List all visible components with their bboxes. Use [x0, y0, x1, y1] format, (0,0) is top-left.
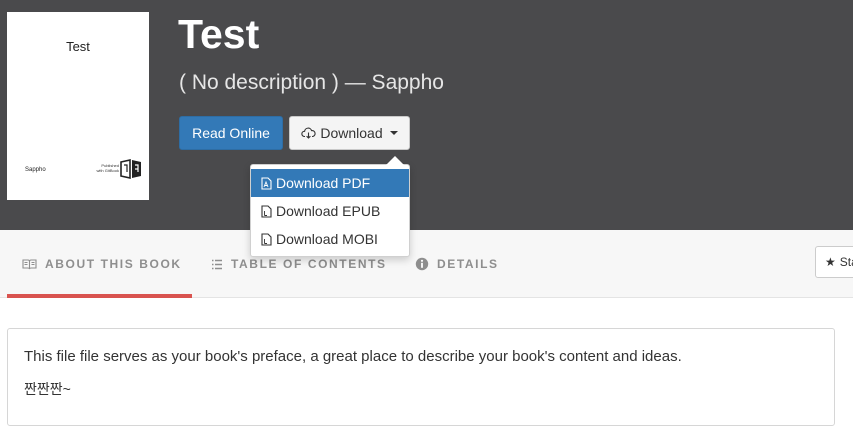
book-open-icon: [22, 258, 37, 269]
star-icon: ★: [825, 255, 836, 269]
book-cover: Test Sappho Published with GitBook: [7, 12, 149, 200]
preface-text: This file file serves as your book's pre…: [24, 348, 682, 365]
info-circle-icon: [415, 257, 429, 271]
preface-text-korean: 짠짠짠~: [24, 381, 71, 397]
file-pdf-icon: [261, 176, 272, 190]
menu-item-label: Download MOBI: [276, 231, 378, 247]
download-button[interactable]: Download: [289, 116, 410, 150]
download-dropdown-menu: Download PDF Download EPUB Download MOBI: [250, 164, 410, 257]
tab-label: TABLE OF CONTENTS: [231, 257, 387, 271]
book-tabs: ABOUT THIS BOOK TABLE OF CONTENTS DETAIL…: [0, 230, 853, 298]
tab-about-this-book[interactable]: ABOUT THIS BOOK: [22, 230, 182, 298]
caret-down-icon: [389, 131, 398, 135]
menu-item-download-pdf[interactable]: Download PDF: [251, 169, 409, 197]
list-icon: [212, 259, 222, 269]
cover-title: Test: [66, 39, 90, 54]
book-preface-panel: This file file serves as your book's pre…: [7, 328, 835, 426]
tab-label: DETAILS: [437, 257, 499, 271]
menu-item-download-epub[interactable]: Download EPUB: [251, 197, 409, 225]
tab-details[interactable]: DETAILS: [415, 230, 499, 298]
cloud-download-icon: [301, 127, 316, 139]
dropdown-arrow: [386, 156, 404, 165]
book-subtitle: ( No description ) — Sappho: [179, 71, 444, 94]
active-tab-indicator: [7, 294, 192, 298]
book-title: Test: [178, 11, 260, 57]
tab-label: ABOUT THIS BOOK: [45, 257, 182, 271]
cover-author: Sappho: [25, 167, 46, 173]
gitbook-logo-icon: [120, 159, 141, 179]
book-header: Test Sappho Published with GitBook Test …: [0, 0, 853, 230]
menu-item-label: Download PDF: [276, 175, 371, 191]
cover-publisher: Published with GitBook: [96, 163, 119, 173]
menu-item-download-mobi[interactable]: Download MOBI: [251, 225, 409, 253]
download-button-label: Download: [320, 125, 383, 141]
star-button-label: Sta: [839, 255, 853, 269]
read-online-button[interactable]: Read Online: [179, 116, 283, 150]
file-icon: [261, 232, 272, 246]
file-icon: [261, 204, 272, 218]
menu-item-label: Download EPUB: [276, 203, 381, 219]
star-button[interactable]: ★ Sta: [815, 246, 853, 278]
